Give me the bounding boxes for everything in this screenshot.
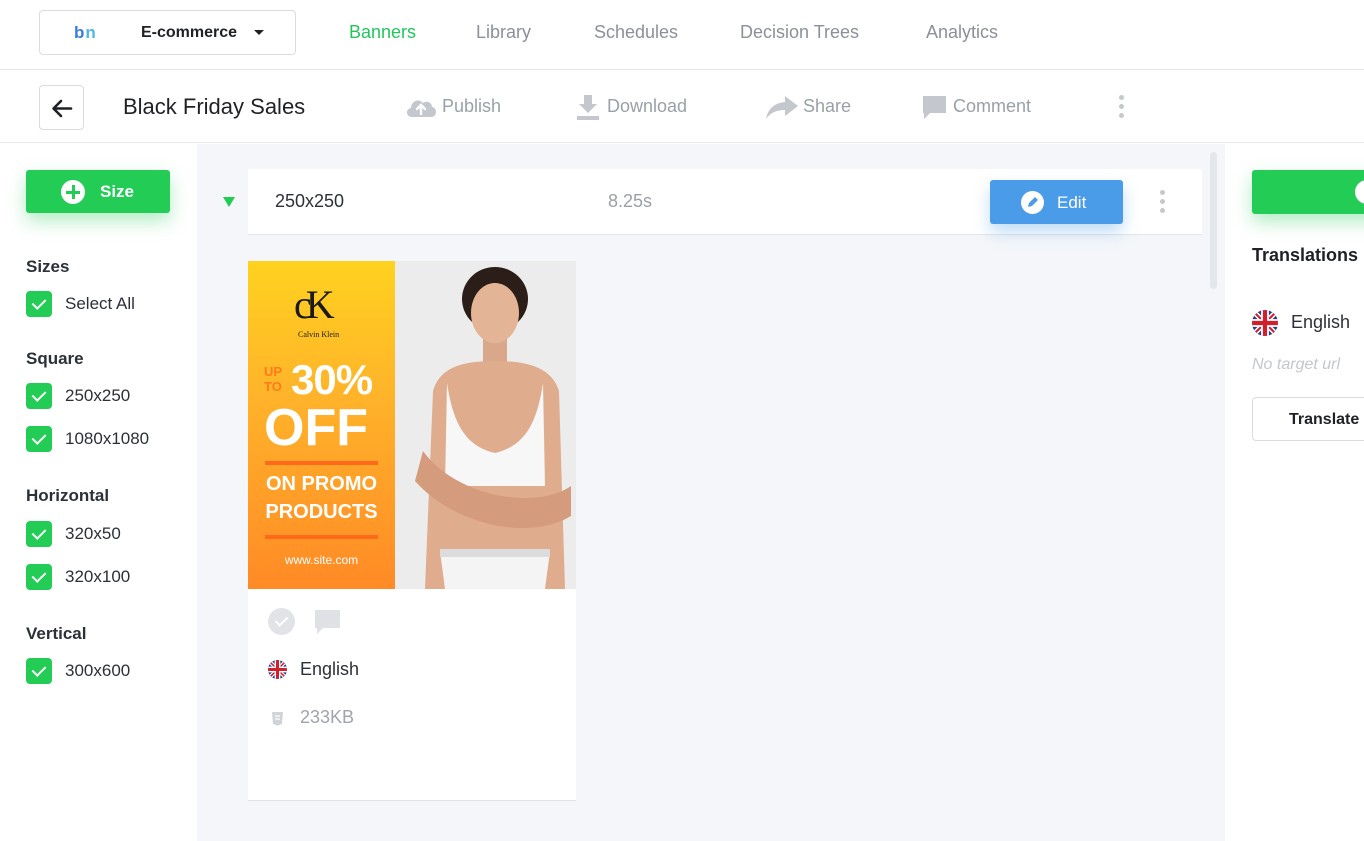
banner-promo-panel: cK Calvin Klein UP TO 30% OFF ON PROMO PR… — [248, 261, 395, 589]
group-title-horizontal: Horizontal — [26, 486, 110, 505]
workspace-selector[interactable]: bn E-commerce — [39, 10, 296, 55]
plus-circle-icon — [1355, 180, 1364, 204]
tab-library[interactable]: Library — [476, 22, 531, 43]
checkbox-checked-icon[interactable] — [26, 521, 52, 547]
download-icon — [577, 95, 599, 120]
checkbox-checked-icon[interactable] — [26, 383, 52, 409]
more-options-icon[interactable] — [1119, 95, 1125, 122]
group-title-vertical: Vertical — [26, 624, 87, 643]
html5-file-icon — [272, 712, 283, 726]
tab-decision-trees[interactable]: Decision Trees — [740, 22, 859, 43]
plus-circle-icon — [61, 180, 85, 204]
pencil-icon — [1021, 191, 1044, 214]
more-options-icon[interactable] — [1160, 190, 1166, 217]
promo-line-1: ON PROMO — [265, 473, 378, 495]
promo-divider — [265, 535, 378, 539]
tab-analytics[interactable]: Analytics — [926, 22, 998, 43]
share-button[interactable]: Share — [803, 96, 851, 117]
page-title: Black Friday Sales — [123, 94, 306, 119]
promo-line-2: PRODUCTS — [265, 501, 378, 523]
collapse-triangle-icon[interactable] — [223, 197, 235, 207]
promo-website: www.site.com — [284, 553, 359, 567]
share-icon — [766, 96, 798, 119]
group-title-sizes: Sizes — [26, 257, 70, 276]
translation-language: English — [1291, 312, 1351, 332]
animation-duration: 8.25s — [608, 191, 653, 211]
comment-button[interactable]: Comment — [953, 96, 1031, 117]
edit-button[interactable]: Edit — [990, 180, 1123, 224]
caret-down-icon — [254, 30, 264, 35]
tab-schedules[interactable]: Schedules — [594, 22, 678, 43]
uk-flag-icon — [1252, 310, 1278, 336]
arrow-left-icon — [52, 99, 73, 118]
publish-button[interactable]: Publish — [442, 96, 501, 117]
promo-percent: 30% — [291, 356, 373, 403]
comment-icon — [923, 96, 946, 119]
size-label: 250x250 — [275, 191, 345, 211]
group-title-square: Square — [26, 349, 84, 368]
approve-check-icon[interactable] — [268, 608, 295, 635]
checkbox-checked-icon[interactable] — [26, 564, 52, 590]
tab-banners[interactable]: Banners — [349, 22, 416, 43]
add-size-button[interactable]: Size — [26, 170, 170, 213]
banner-toolbar: Black Friday Sales Publish Download Shar… — [0, 71, 1364, 143]
banner-preview[interactable]: cK Calvin Klein UP TO 30% OFF ON PROMO PR… — [248, 261, 576, 589]
size-group-header: 250x250 8.25s Edit — [248, 169, 1202, 235]
checkbox-checked-icon[interactable] — [26, 658, 52, 684]
target-url-placeholder: No target url — [1252, 356, 1341, 373]
size-filter-sidebar: Size Sizes Select All Square 250x250 108… — [0, 144, 197, 841]
banner-preview-card[interactable]: cK Calvin Klein UP TO 30% OFF ON PROMO PR… — [248, 261, 576, 801]
brand-subtext: Calvin Klein — [298, 330, 340, 339]
model-photo — [395, 261, 576, 589]
checkbox-checked-icon[interactable] — [26, 291, 52, 317]
promo-up-to: UP TO — [264, 364, 283, 394]
brand-logo: bn — [74, 23, 97, 42]
top-navigation-bar: bn E-commerce Banners Library Schedules … — [0, 0, 1364, 70]
promo-off: OFF — [264, 399, 368, 457]
download-button[interactable]: Download — [607, 96, 687, 117]
banner-file-size: 233KB — [300, 707, 355, 727]
uk-flag-icon — [268, 660, 287, 679]
back-button[interactable] — [39, 85, 84, 130]
workspace-name: E-commerce — [141, 24, 238, 41]
banner-language: English — [300, 659, 360, 679]
vertical-scrollbar[interactable] — [1210, 152, 1217, 289]
comment-icon[interactable] — [314, 609, 341, 636]
brand-logo-text: cK — [294, 282, 335, 327]
translate-button[interactable]: Translate — [1252, 397, 1364, 441]
add-translation-button[interactable] — [1252, 170, 1364, 214]
promo-divider — [265, 461, 378, 465]
checkbox-checked-icon[interactable] — [26, 426, 52, 452]
translations-panel: Translations English No target url Trans… — [1225, 144, 1364, 841]
translations-title: Translations — [1252, 245, 1359, 265]
cloud-upload-icon — [406, 100, 436, 117]
